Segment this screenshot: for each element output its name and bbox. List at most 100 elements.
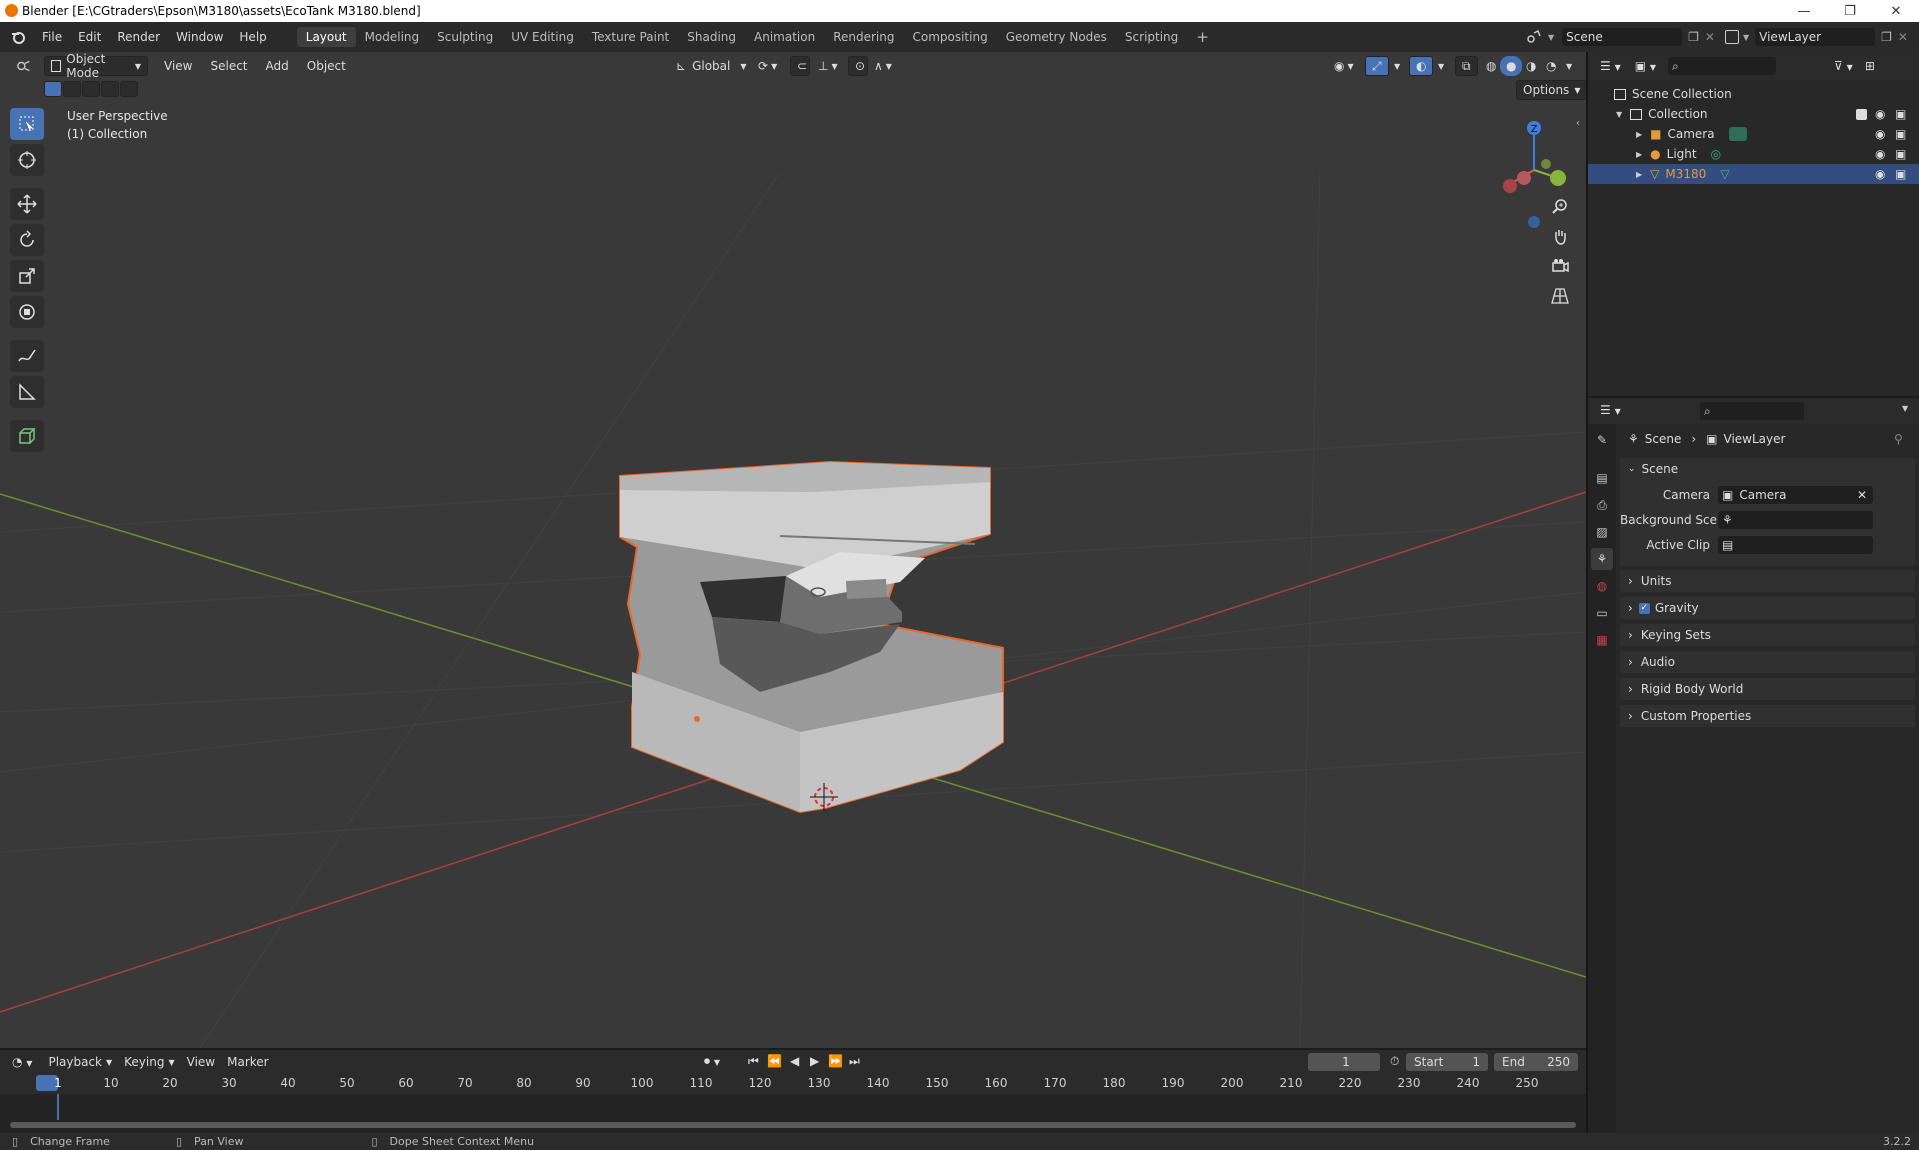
3d-viewport[interactable]: Object Mode ▼ View Select Add Object ⊾ G… xyxy=(0,52,1586,1048)
jump-to-end-icon[interactable]: ⏭ xyxy=(849,1054,860,1069)
select-new-button[interactable] xyxy=(44,81,62,97)
close-window-button[interactable]: ✕ xyxy=(1873,0,1919,22)
snap-target-button[interactable]: ⊥ ▼ xyxy=(812,56,844,76)
viewport-menu-select[interactable]: Select xyxy=(204,56,253,76)
render-camera-icon[interactable]: ▣ xyxy=(1895,107,1906,121)
annotate-tool[interactable] xyxy=(10,340,44,372)
select-intersect-button[interactable] xyxy=(120,81,138,97)
outliner-row-camera[interactable]: ▶ ■ Camera ◉ ▣ xyxy=(1588,124,1919,144)
gizmo-toggle-button[interactable]: ⤢ xyxy=(1365,56,1389,76)
outliner-row-collection[interactable]: ▼ Collection ◉ ▣ xyxy=(1588,104,1919,124)
tab-layout[interactable]: Layout xyxy=(296,27,356,47)
m3180-printer-model[interactable] xyxy=(619,460,1004,814)
outliner-row-m3180[interactable]: ▶ ▽ M3180 ▽ ◉ ▣ xyxy=(1588,164,1919,184)
select-box-tool[interactable] xyxy=(10,108,44,140)
filter-icon[interactable]: ⊽ ▼ xyxy=(1834,59,1853,73)
eye-icon[interactable]: ◉ xyxy=(1875,107,1885,121)
minimize-button[interactable]: — xyxy=(1781,0,1827,22)
scene-camera-field[interactable]: ▣ Camera ✕ xyxy=(1718,486,1873,504)
blender-logo-icon[interactable] xyxy=(10,29,26,45)
proportional-falloff-button[interactable]: ∧ ▼ xyxy=(868,56,898,76)
proportional-edit-button[interactable]: ⊙ xyxy=(848,56,868,76)
move-tool[interactable] xyxy=(10,188,44,220)
keyframe-area[interactable] xyxy=(0,1094,1586,1133)
output-tab-icon[interactable]: ⎙ xyxy=(1591,494,1613,516)
timeline-scrollbar[interactable] xyxy=(10,1122,1576,1128)
transform-orientation-dropdown[interactable]: ⊾ Global ▼ xyxy=(670,56,753,76)
frame-ruler[interactable]: 1 10 20 30 40 50 60 70 80 90 100 110 120… xyxy=(0,1074,1586,1094)
camera-view-icon[interactable] xyxy=(1546,252,1574,280)
active-clip-field[interactable]: ▤ xyxy=(1718,536,1873,554)
gravity-panel[interactable]: › ✓ Gravity xyxy=(1620,597,1915,619)
timeline-view-menu[interactable]: View xyxy=(181,1052,221,1072)
scene-name-field[interactable]: Scene xyxy=(1562,28,1683,46)
scene-panel-header[interactable]: ⌄ Scene xyxy=(1620,458,1915,480)
preview-range-icon[interactable]: ⏱ xyxy=(1390,1054,1399,1069)
expand-camera-icon[interactable]: ▶ xyxy=(1636,130,1642,139)
remove-viewlayer-icon[interactable]: ✕ xyxy=(1898,30,1908,44)
exclude-checkbox[interactable] xyxy=(1856,108,1867,120)
tab-geometry-nodes[interactable]: Geometry Nodes xyxy=(997,27,1116,47)
viewport-canvas[interactable] xyxy=(0,52,1586,1048)
tool-tab-icon[interactable]: ✎ xyxy=(1591,429,1613,451)
pivot-point-button[interactable]: ⟳ ▼ xyxy=(752,56,783,76)
play-reverse-icon[interactable]: ◀ xyxy=(790,1054,799,1068)
menu-edit[interactable]: Edit xyxy=(70,30,109,44)
expand-light-icon[interactable]: ▶ xyxy=(1636,150,1642,159)
editor-type-icon[interactable] xyxy=(10,56,38,76)
eye-icon[interactable]: ◉ xyxy=(1875,147,1885,161)
light-data-icon[interactable]: ◎ xyxy=(1711,147,1721,161)
rigid-body-world-panel[interactable]: › Rigid Body World xyxy=(1620,678,1915,700)
restore-button[interactable]: ❐ xyxy=(1827,0,1873,22)
outliner-row-scene-collection[interactable]: Scene Collection xyxy=(1588,84,1919,104)
add-workspace-button[interactable]: + xyxy=(1187,25,1218,49)
options-dropdown[interactable]: Options ▼ xyxy=(1516,80,1586,100)
zoom-icon[interactable] xyxy=(1546,192,1574,220)
marker-menu[interactable]: Marker xyxy=(221,1052,274,1072)
record-keyframes-button[interactable]: ⏺ ▼ xyxy=(704,1054,720,1069)
menu-render[interactable]: Render xyxy=(109,30,168,44)
clear-camera-icon[interactable]: ✕ xyxy=(1857,488,1867,502)
end-frame-field[interactable]: End 250 xyxy=(1494,1053,1578,1071)
keying-menu[interactable]: Keying ▼ xyxy=(118,1052,180,1072)
cursor-tool[interactable] xyxy=(10,144,44,176)
select-extend-button[interactable] xyxy=(63,81,81,97)
viewport-menu-view[interactable]: View xyxy=(158,56,198,76)
xray-toggle-button[interactable]: ⧉ xyxy=(1455,56,1478,76)
tab-uv-editing[interactable]: UV Editing xyxy=(502,27,583,47)
render-camera-icon[interactable]: ▣ xyxy=(1895,147,1906,161)
start-frame-field[interactable]: Start 1 xyxy=(1406,1053,1488,1071)
keying-sets-panel[interactable]: › Keying Sets xyxy=(1620,624,1915,646)
texture-tab-icon[interactable]: ▦ xyxy=(1591,629,1613,651)
gravity-checkbox[interactable]: ✓ xyxy=(1638,602,1650,614)
expand-collection-icon[interactable]: ▼ xyxy=(1616,110,1622,119)
menu-help[interactable]: Help xyxy=(231,30,274,44)
tab-animation[interactable]: Animation xyxy=(745,27,824,47)
outliner-editor-type-icon[interactable]: ☰ ▼ xyxy=(1600,59,1621,73)
viewlayer-name-field[interactable]: ViewLayer xyxy=(1755,28,1876,46)
overlay-dropdown[interactable]: ▼ xyxy=(1432,56,1450,76)
render-camera-icon[interactable]: ▣ xyxy=(1895,127,1906,141)
playback-menu[interactable]: Playback ▼ xyxy=(42,1052,118,1072)
tab-rendering[interactable]: Rendering xyxy=(824,27,903,47)
tab-scripting[interactable]: Scripting xyxy=(1116,27,1187,47)
jump-to-keyframe-forward-icon[interactable]: ⏩ xyxy=(828,1054,843,1068)
sidebar-toggle-icon[interactable]: ‹ xyxy=(1576,118,1580,129)
jump-to-keyframe-back-icon[interactable]: ⏪ xyxy=(767,1054,782,1068)
overlay-toggle-button[interactable]: ◐ xyxy=(1409,56,1434,76)
gizmo-dropdown[interactable]: ▼ xyxy=(1388,56,1406,76)
expand-m3180-icon[interactable]: ▶ xyxy=(1636,170,1642,179)
display-mode-icon[interactable]: ▣ ▼ xyxy=(1635,59,1656,73)
new-viewlayer-icon[interactable]: ❐ xyxy=(1881,30,1892,44)
timeline-editor-type-icon[interactable]: ◔ ▼ xyxy=(12,1055,32,1069)
eye-icon[interactable]: ◉ xyxy=(1875,167,1885,181)
units-panel[interactable]: › Units xyxy=(1620,570,1915,592)
scene-tab-icon[interactable]: ⚘ xyxy=(1591,548,1613,570)
rotate-tool[interactable] xyxy=(10,224,44,256)
object-mode-dropdown[interactable]: Object Mode ▼ xyxy=(44,52,148,80)
collection-tab-icon[interactable]: ▭ xyxy=(1591,602,1613,624)
measure-tool[interactable] xyxy=(10,376,44,408)
tab-texture-paint[interactable]: Texture Paint xyxy=(583,27,678,47)
snap-toggle-button[interactable]: ⊂ xyxy=(790,56,810,76)
menu-window[interactable]: Window xyxy=(168,30,231,44)
